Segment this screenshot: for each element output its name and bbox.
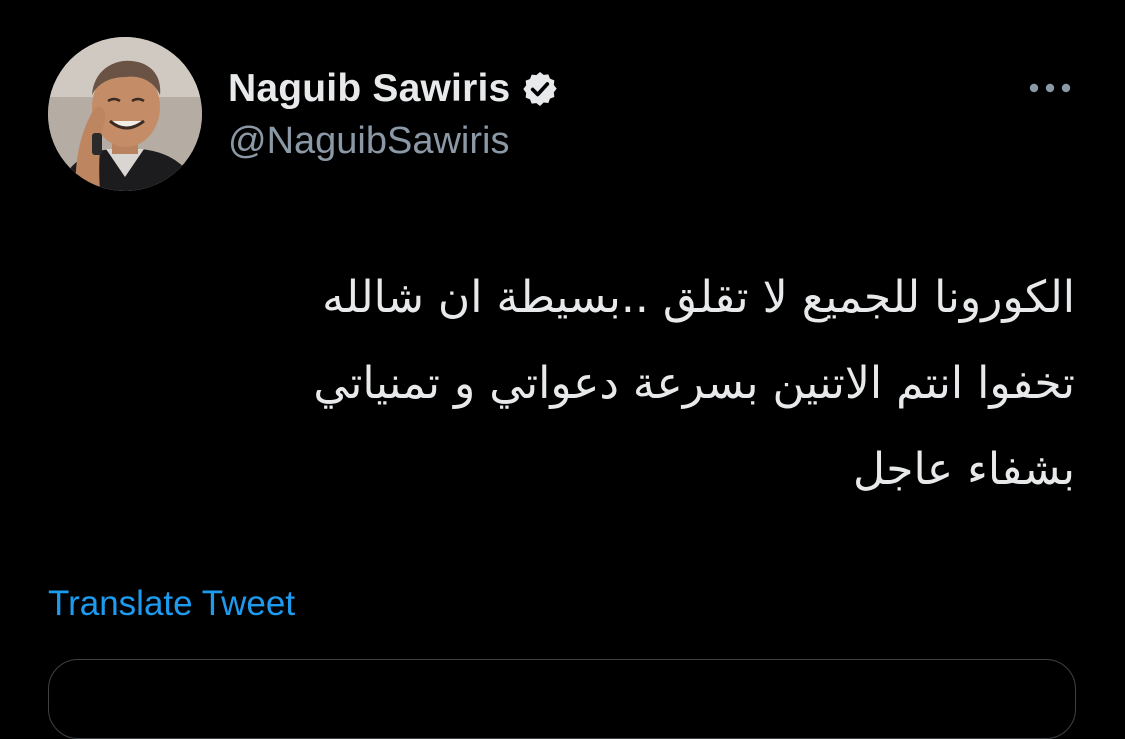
tweet-text: الكورونا للجميع لا تقلق ..بسيطة ان شالله…: [65, 255, 1075, 513]
more-horizontal-icon[interactable]: [1024, 70, 1076, 106]
avatar[interactable]: [48, 37, 202, 191]
user-name-row[interactable]: Naguib Sawiris: [228, 64, 560, 114]
tweet-card: Naguib Sawiris @NaguibSawiris الكورونا ل…: [0, 0, 1125, 739]
avatar-photo: [48, 37, 202, 191]
quoted-tweet-box[interactable]: [48, 659, 1076, 739]
translate-tweet-link[interactable]: Translate Tweet: [48, 584, 295, 624]
tweet-text-line: تخفوا انتم الاتنين بسرعة دعواتي و تمنيات…: [313, 358, 1075, 409]
display-name[interactable]: Naguib Sawiris: [228, 67, 510, 111]
user-handle[interactable]: @NaguibSawiris: [228, 120, 509, 163]
tweet-text-line: الكورونا للجميع لا تقلق ..بسيطة ان شالله: [322, 272, 1075, 323]
tweet-text-line: بشفاء عاجل: [852, 444, 1075, 495]
verified-badge-icon: [520, 69, 560, 109]
